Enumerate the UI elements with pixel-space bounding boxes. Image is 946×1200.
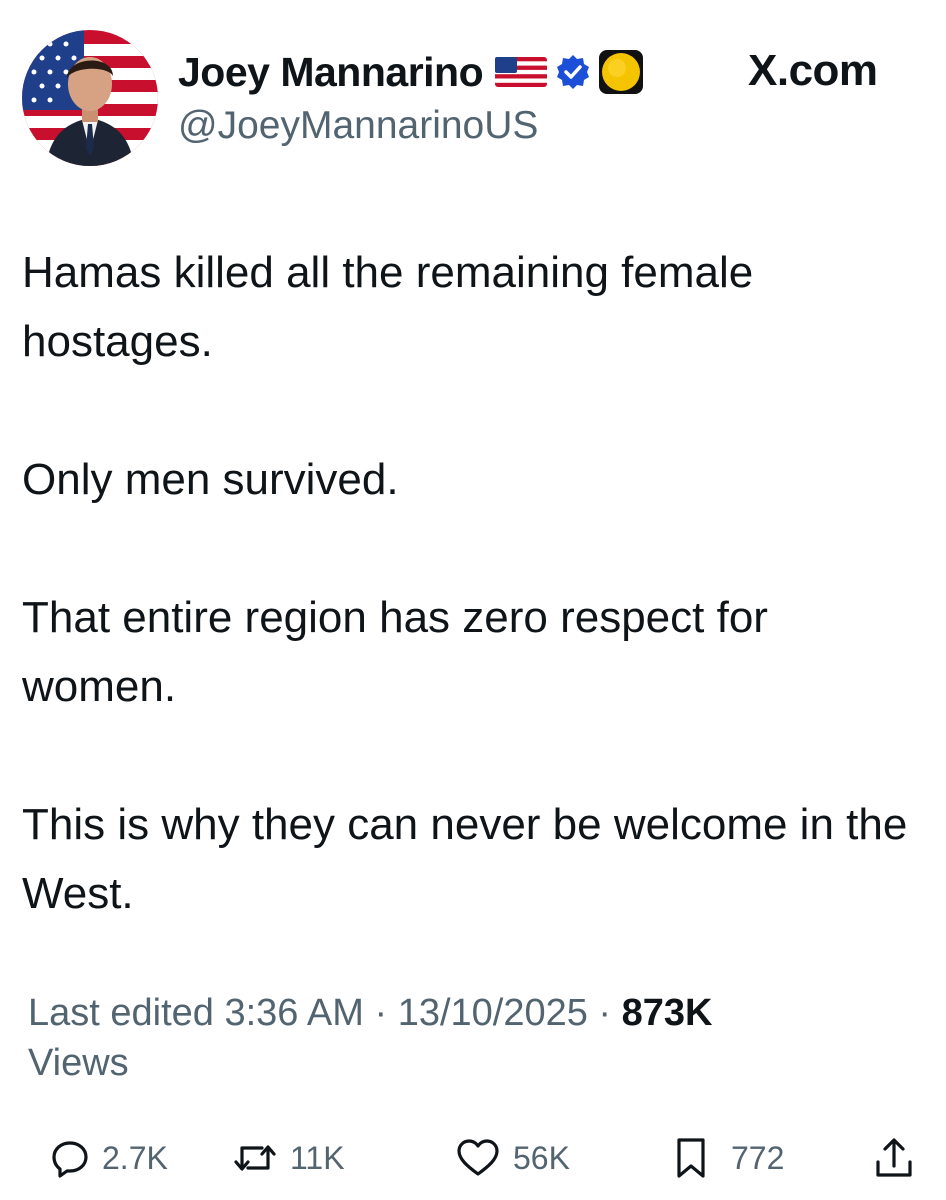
meta-separator: · — [363, 992, 398, 1034]
repost-icon — [232, 1138, 278, 1178]
views-label: Views — [28, 1042, 129, 1084]
edited-timestamp[interactable]: Last edited 3:36 AM — [28, 992, 364, 1034]
author-handle[interactable]: @JoeyMannarinoUS — [178, 104, 538, 148]
tweet-paragraph: Only men survived. — [22, 455, 399, 504]
reply-button[interactable]: 2.7K — [50, 1128, 168, 1188]
author-name-row: Joey Mannarino — [178, 44, 645, 100]
bookmark-icon — [673, 1136, 709, 1180]
tweet-paragraph: This is why they can never be welcome in… — [22, 800, 908, 918]
heart-icon — [455, 1138, 501, 1178]
share-icon — [872, 1136, 916, 1180]
tweet-paragraph: Hamas killed all the remaining female ho… — [22, 248, 754, 366]
tweet-meta: Last edited 3:36 AM · 13/10/2025 · 873K … — [28, 988, 908, 1088]
tweet-text: Hamas killed all the remaining female ho… — [22, 238, 922, 928]
action-bar: 2.7K 11K 56K 772 — [0, 1128, 946, 1188]
share-button[interactable] — [872, 1128, 916, 1188]
verified-badge-icon[interactable] — [555, 54, 591, 90]
reply-icon — [50, 1138, 90, 1178]
avatar[interactable] — [22, 30, 158, 166]
us-flag-icon — [495, 57, 548, 87]
gold-circle-icon — [597, 48, 645, 96]
tweet-paragraph: That entire region has zero respect for … — [22, 593, 768, 711]
author-display-name[interactable]: Joey Mannarino — [178, 49, 484, 96]
tweet-date[interactable]: 13/10/2025 — [398, 992, 588, 1034]
like-count: 56K — [513, 1139, 570, 1176]
reply-count: 2.7K — [102, 1139, 168, 1176]
views-count: 873K — [621, 992, 713, 1034]
bookmark-button[interactable]: 772 — [673, 1128, 784, 1188]
meta-separator: · — [587, 992, 622, 1034]
site-label: X.com — [748, 46, 878, 95]
bookmark-count: 772 — [731, 1139, 785, 1176]
repost-button[interactable]: 11K — [232, 1128, 345, 1188]
repost-count: 11K — [290, 1139, 345, 1176]
like-button[interactable]: 56K — [455, 1128, 570, 1188]
